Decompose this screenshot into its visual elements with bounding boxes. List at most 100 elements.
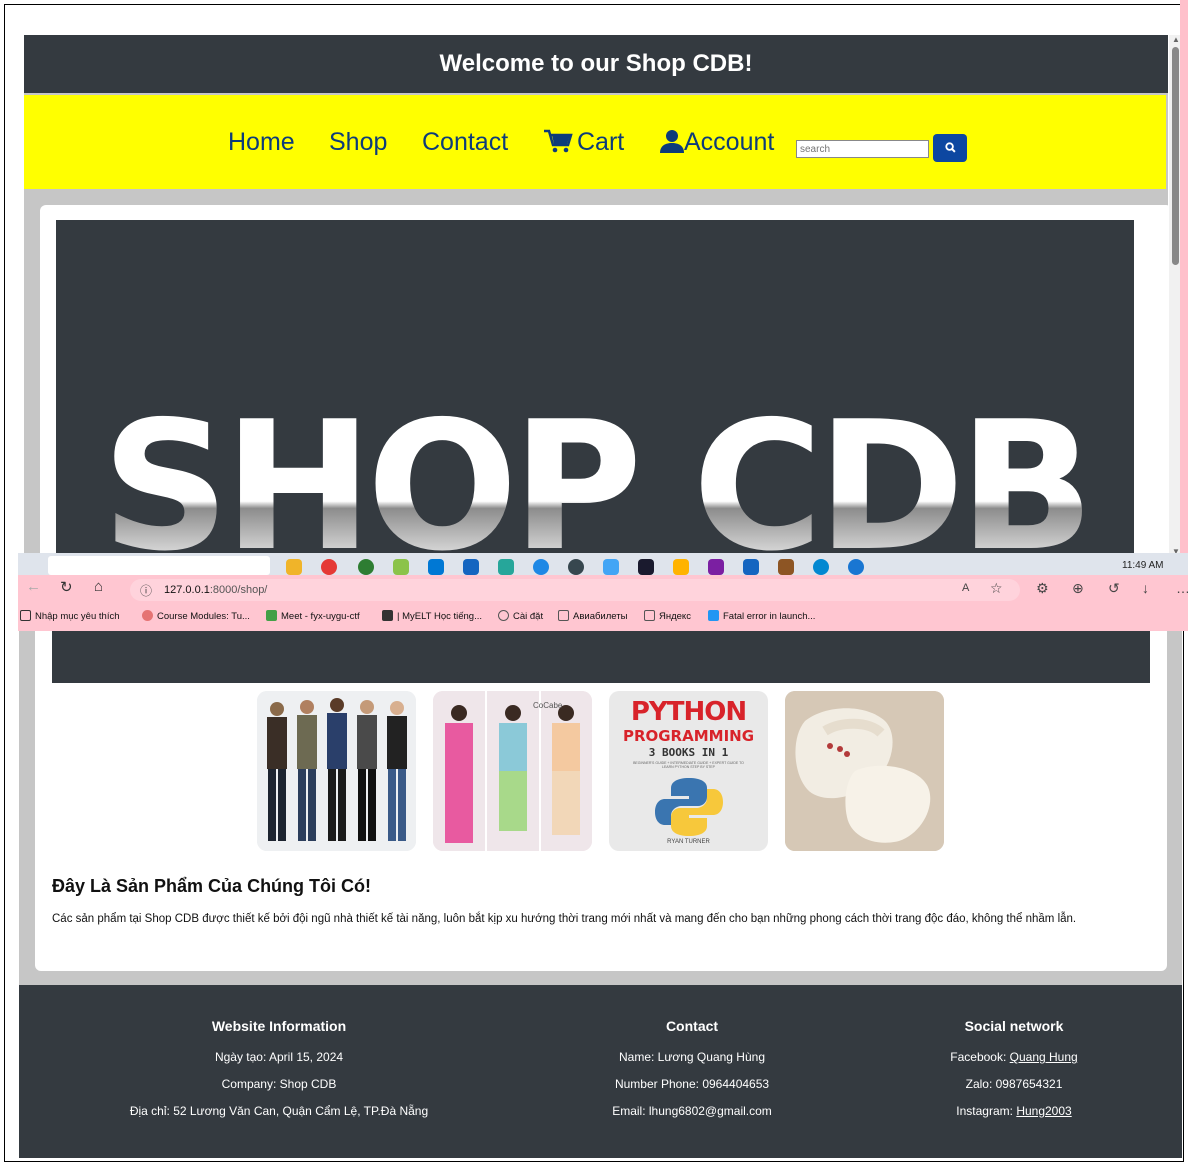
- hero-banner: SHOP CDB: [56, 220, 1134, 559]
- nav-home-link[interactable]: Home: [228, 126, 295, 158]
- zalo-icon[interactable]: [848, 559, 864, 575]
- bookmark-item[interactable]: Meet - fyx-uygu-ctf: [266, 610, 360, 622]
- vscode-icon[interactable]: [463, 559, 479, 575]
- footer-website-info: Website Information Ngày tạo: April 15, …: [109, 1018, 449, 1131]
- products-description: Các sản phẩm tại Shop CDB được thiết kế …: [52, 913, 1077, 925]
- url-host: 127.0.0.1: [164, 584, 210, 596]
- bookmark-item[interactable]: Авиабилеты: [558, 610, 627, 622]
- hero-banner-bottom: [52, 631, 1150, 683]
- extensions-icon[interactable]: ⚙: [1036, 580, 1049, 597]
- back-arrow-icon[interactable]: ←: [26, 578, 41, 595]
- footer-instagram: Instagram: Hung2003: [956, 1104, 1072, 1118]
- products-heading: Đây Là Sản Phẩm Của Chúng Tôi Có!: [52, 876, 372, 896]
- search-button[interactable]: [933, 134, 967, 162]
- app-icon[interactable]: [358, 559, 374, 575]
- facebook-link[interactable]: Quang Hung: [1010, 1050, 1078, 1064]
- address-bar[interactable]: ⓘ 127.0.0.1:8000/shop/: [130, 579, 1020, 601]
- word-icon[interactable]: [743, 559, 759, 575]
- welcome-banner: Welcome to our Shop CDB!: [24, 35, 1168, 93]
- nav-shop-link[interactable]: Shop: [329, 126, 387, 158]
- upper-page-view: Welcome to our Shop CDB! Home Shop Conta…: [24, 35, 1168, 559]
- url-path: :8000/shop/: [209, 584, 268, 596]
- bookmark-item[interactable]: Cài đặt: [498, 610, 543, 622]
- book-subtitle: PROGRAMMING: [622, 727, 755, 745]
- footer-social-title: Social network: [964, 1018, 1064, 1034]
- product-image-slippers[interactable]: [785, 691, 944, 851]
- nav-cart-link[interactable]: Cart: [543, 126, 624, 161]
- python-logo-icon: [655, 778, 723, 836]
- bookmark-item[interactable]: Fatal error in launch...: [708, 610, 815, 622]
- info-icon: ⓘ: [140, 584, 153, 598]
- opera-icon[interactable]: [321, 559, 337, 575]
- menswear-product-image: [257, 691, 416, 851]
- instagram-link[interactable]: Hung2003: [1016, 1104, 1071, 1118]
- app-icon[interactable]: [393, 559, 409, 575]
- course-icon: [142, 610, 153, 621]
- history-icon[interactable]: ↺: [1108, 580, 1120, 597]
- address-url: 127.0.0.1:8000/shop/: [164, 584, 267, 596]
- search-icon: [944, 141, 956, 156]
- bookmark-item[interactable]: Nhập mục yêu thích: [20, 610, 120, 622]
- footer-zalo: Zalo: 0987654321: [965, 1077, 1063, 1091]
- product-image-python-book[interactable]: PYTHON PROGRAMMING 3 BOOKS IN 1 BEGINNER…: [609, 691, 768, 851]
- footer-social: Social network Facebook: Quang Hung Zalo…: [899, 1018, 1129, 1131]
- product-image-pajamas[interactable]: CoCabe: [433, 691, 592, 851]
- nav-cart-label: Cart: [577, 128, 625, 156]
- products-card: CoCabe PYTHON PROGRAMMING 3 BOOKS IN 1 B…: [35, 631, 1167, 971]
- taskbar-clock: 11:49 AM: [1122, 560, 1164, 571]
- settings-gear-icon: [498, 610, 509, 621]
- site-footer: Website Information Ngày tạo: April 15, …: [19, 985, 1182, 1158]
- footer-created-date: Ngày tạo: April 15, 2024: [214, 1050, 344, 1064]
- footer-contact: Contact Name: Lương Quang Hùng Number Ph…: [562, 1018, 822, 1131]
- scroll-thumb[interactable]: [1172, 47, 1179, 265]
- pajamas-product-image: [433, 691, 592, 851]
- bookmarks-bar: Nhập mục yêu thích Course Modules: Tu...…: [18, 608, 1188, 630]
- read-aloud-icon[interactable]: A: [962, 582, 969, 594]
- meet-icon: [266, 610, 277, 621]
- footer-contact-email: Email: lhung6802@gmail.com: [612, 1104, 772, 1118]
- search-input[interactable]: [796, 140, 929, 158]
- bing-icon: [708, 610, 719, 621]
- app-icon[interactable]: [673, 559, 689, 575]
- bookmark-item[interactable]: | MyELT Học tiếng...: [382, 610, 482, 622]
- nav-account-link[interactable]: Account: [660, 126, 774, 161]
- background-window-edge: [1180, 0, 1188, 630]
- bookmark-item[interactable]: Яндекс: [644, 610, 691, 622]
- footer-contact-title: Contact: [665, 1018, 719, 1034]
- file-explorer-icon[interactable]: [286, 559, 302, 575]
- app-icon[interactable]: [778, 559, 794, 575]
- hero-banner-title: SHOP CDB: [56, 398, 1134, 560]
- vscode-icon[interactable]: [428, 559, 444, 575]
- cart-icon: [543, 129, 573, 161]
- nav-contact-link[interactable]: Contact: [422, 126, 508, 158]
- app-icon[interactable]: [568, 559, 584, 575]
- edge-icon[interactable]: [813, 559, 829, 575]
- footer-facebook: Facebook: Quang Hung: [950, 1050, 1078, 1064]
- jetbrains-icon[interactable]: [638, 559, 654, 575]
- product-image-menswear[interactable]: [257, 691, 416, 851]
- footer-info-title: Website Information: [211, 1018, 347, 1034]
- home-icon[interactable]: ⌂: [94, 578, 103, 595]
- page-icon: [558, 610, 569, 621]
- app-icon[interactable]: [533, 559, 549, 575]
- download-icon[interactable]: ↓: [1142, 580, 1149, 596]
- app-icon[interactable]: [498, 559, 514, 575]
- taskbar-search-box[interactable]: [48, 556, 270, 575]
- footer-contact-phone: Number Phone: 0964404653: [614, 1077, 770, 1091]
- more-options-icon[interactable]: …: [1176, 580, 1188, 596]
- reload-icon[interactable]: ↻: [60, 578, 73, 596]
- app-icon[interactable]: [603, 559, 619, 575]
- lower-page-view: CoCabe PYTHON PROGRAMMING 3 BOOKS IN 1 B…: [19, 631, 1182, 1158]
- collections-icon[interactable]: ⊕: [1072, 580, 1084, 597]
- browser-toolbar: ← ↻ ⌂ ⓘ 127.0.0.1:8000/shop/ A ☆ ⚙ ⊕ ↺ ↓…: [18, 575, 1188, 631]
- footer-contact-name: Name: Lương Quang Hùng: [619, 1050, 765, 1064]
- onenote-icon[interactable]: [708, 559, 724, 575]
- bookmark-item[interactable]: Course Modules: Tu...: [142, 610, 250, 622]
- book-title: PYTHON: [630, 697, 747, 727]
- import-icon: [20, 610, 31, 621]
- myelt-icon: [382, 610, 393, 621]
- main-navigation: Home Shop Contact Cart Account: [24, 95, 1166, 189]
- footer-company: Company: Shop CDB: [221, 1077, 337, 1091]
- system-taskbar: 11:49 AM: [18, 553, 1188, 575]
- favorite-star-icon[interactable]: ☆: [990, 580, 1003, 597]
